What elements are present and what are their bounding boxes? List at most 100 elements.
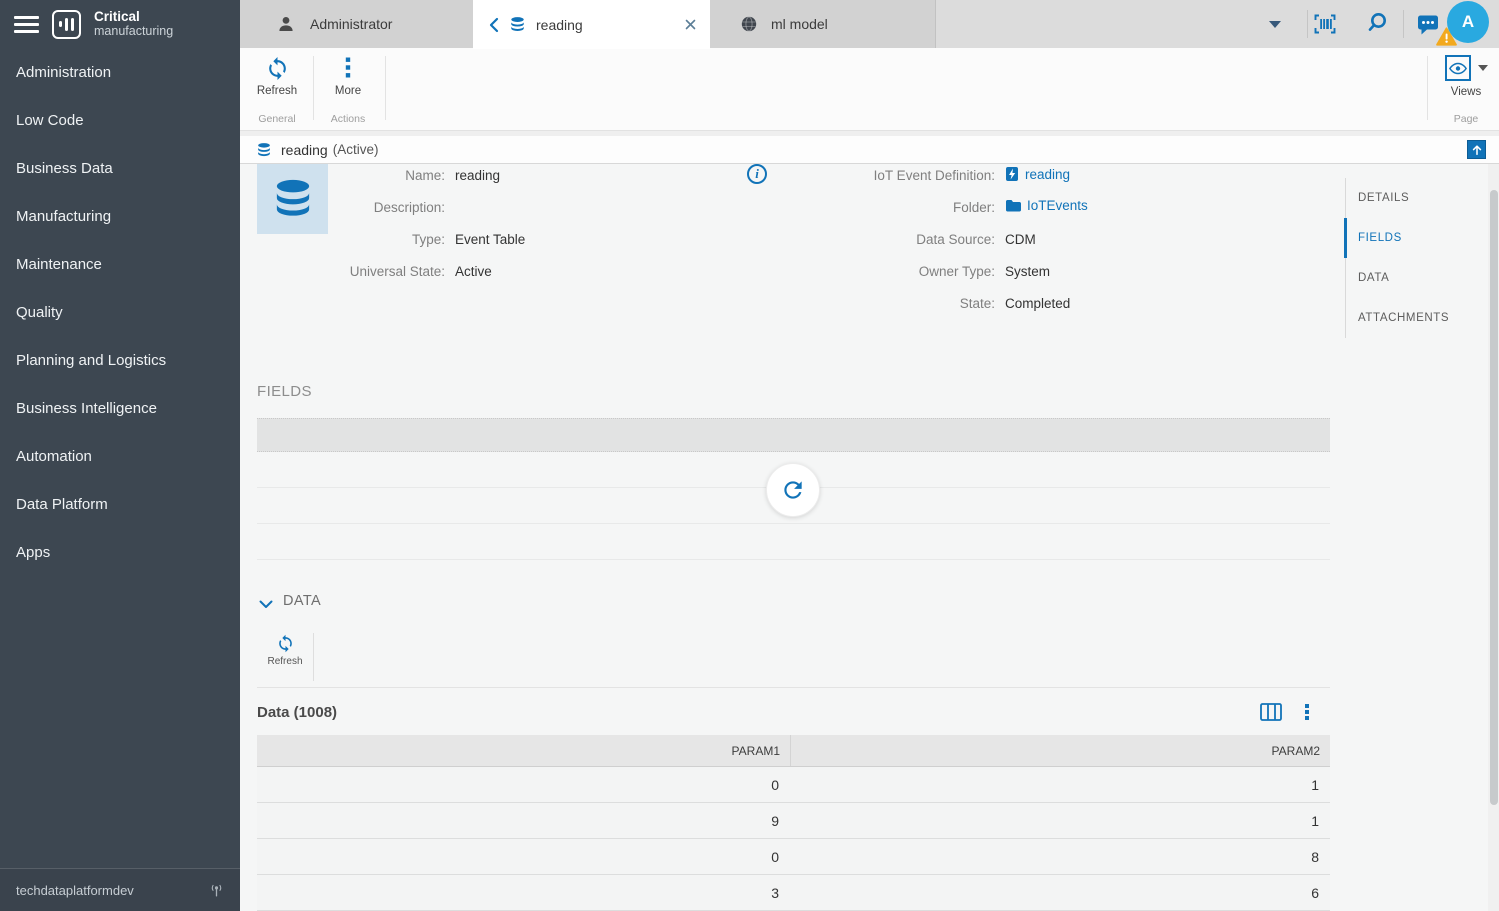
more-label: More: [316, 85, 380, 97]
warning-triangle-icon[interactable]: [1436, 27, 1457, 46]
cell-param2: 1: [790, 803, 1330, 838]
data-table: PARAM1 PARAM2 0 1 9 1 0 8 3 6: [257, 735, 1330, 911]
rail-item-attachments[interactable]: ATTACHMENTS: [1346, 298, 1471, 338]
sidebar-item-business-intelligence[interactable]: Business Intelligence: [0, 384, 240, 432]
fields-row-divider: [257, 523, 1330, 524]
column-header-param2[interactable]: PARAM2: [790, 735, 1330, 766]
tab-reading-active[interactable]: reading: [473, 0, 710, 49]
page-state-suffix: (Active): [333, 142, 379, 157]
close-tab-icon[interactable]: [685, 19, 696, 30]
grid-more-options-kebab-icon[interactable]: [1305, 704, 1309, 720]
column-header-param1[interactable]: PARAM1: [257, 735, 790, 766]
field-value-iot-event-definition: reading: [1005, 166, 1070, 182]
rail-item-data[interactable]: DATA: [1346, 258, 1471, 298]
sidebar-item-quality[interactable]: Quality: [0, 288, 240, 336]
field-label-state: State:: [805, 296, 995, 311]
brand-top: Critical: [94, 10, 173, 25]
data-section-title: DATA: [283, 593, 321, 609]
folder-link[interactable]: IoTEvents: [1027, 198, 1088, 213]
views-dropdown-caret-icon[interactable]: [1478, 65, 1488, 71]
table-row[interactable]: 0 1: [257, 767, 1330, 803]
sidebar-item-apps[interactable]: Apps: [0, 528, 240, 576]
sidebar-item-automation[interactable]: Automation: [0, 432, 240, 480]
ribbon-divider: [313, 56, 314, 120]
cell-param1: 3: [257, 875, 790, 910]
bolt-badge-icon: [1005, 166, 1019, 182]
fields-section-title: FIELDS: [257, 383, 312, 400]
refresh-button[interactable]: Refresh: [245, 55, 309, 97]
database-icon: [256, 142, 272, 158]
sidebar-item-maintenance[interactable]: Maintenance: [0, 240, 240, 288]
broadcast-antenna-icon: [209, 883, 224, 898]
rail-item-fields[interactable]: FIELDS: [1346, 218, 1471, 258]
sidebar-item-low-code[interactable]: Low Code: [0, 96, 240, 144]
loading-spinner: [766, 463, 820, 517]
views-label: Views: [1436, 86, 1496, 98]
critical-manufacturing-logo-icon: [52, 10, 81, 39]
back-chevron-icon[interactable]: [488, 17, 499, 33]
field-label-folder: Folder:: [805, 200, 995, 215]
group-label-general: General: [245, 113, 309, 125]
group-label-actions: Actions: [316, 113, 380, 125]
toolbar-divider: [313, 633, 314, 681]
field-value-state: Completed: [1005, 296, 1070, 311]
table-row[interactable]: 0 8: [257, 839, 1330, 875]
info-icon[interactable]: i: [747, 164, 767, 184]
tab-list-dropdown-caret-icon[interactable]: [1269, 21, 1281, 28]
sidebar-item-business-data[interactable]: Business Data: [0, 144, 240, 192]
scrollbar-thumb[interactable]: [1490, 190, 1498, 805]
rail-item-details[interactable]: DETAILS: [1346, 178, 1471, 218]
vertical-scrollbar[interactable]: [1488, 164, 1499, 911]
data-refresh-button[interactable]: Refresh: [257, 634, 313, 667]
sidebar-header: Critical manufacturing: [0, 0, 240, 48]
hamburger-menu-icon[interactable]: [14, 16, 39, 33]
database-icon: [509, 16, 526, 33]
field-label-universal-state: Universal State:: [335, 264, 445, 279]
database-icon-large: [271, 177, 315, 221]
search-icon[interactable]: [1366, 11, 1390, 35]
views-button[interactable]: Views: [1436, 55, 1496, 98]
more-button[interactable]: More: [316, 55, 380, 97]
tab-administrator[interactable]: Administrator: [240, 0, 473, 48]
sidebar-item-manufacturing[interactable]: Manufacturing: [0, 192, 240, 240]
section-rail: DETAILS FIELDS DATA ATTACHMENTS: [1345, 164, 1488, 911]
field-value-data-source: CDM: [1005, 232, 1036, 247]
refresh-arrow-icon: [780, 477, 806, 503]
sidebar-item-planning-and-logistics[interactable]: Planning and Logistics: [0, 336, 240, 384]
barcode-scan-icon[interactable]: [1312, 13, 1338, 35]
field-value-type: Event Table: [455, 232, 525, 247]
more-kebab-icon: [316, 55, 380, 81]
ribbon-divider: [1427, 56, 1428, 120]
data-refresh-label: Refresh: [257, 656, 313, 667]
main-content: Name: reading Description: Type: Event T…: [240, 164, 1345, 911]
toolbar-bottom-border: [257, 687, 1330, 688]
field-value-name: reading: [455, 168, 500, 183]
cell-param1: 0: [257, 767, 790, 802]
cell-param2: 6: [790, 875, 1330, 910]
tab-label: Administrator: [310, 16, 392, 32]
table-row[interactable]: 3 6: [257, 875, 1330, 911]
table-row[interactable]: 9 1: [257, 803, 1330, 839]
environment-footer: techdataplatformdev: [0, 868, 240, 911]
field-value-folder: IoTEvents: [1005, 198, 1088, 213]
sidebar-item-administration[interactable]: Administration: [0, 48, 240, 96]
field-label-owner-type: Owner Type:: [805, 264, 995, 279]
sidebar-item-data-platform[interactable]: Data Platform: [0, 480, 240, 528]
field-value-owner-type: System: [1005, 264, 1050, 279]
top-tab-bar: Administrator reading: [240, 0, 1499, 48]
refresh-label: Refresh: [245, 85, 309, 97]
ribbon-divider: [385, 56, 386, 120]
tab-ml-model[interactable]: ml model: [710, 0, 936, 48]
iot-event-definition-link[interactable]: reading: [1025, 167, 1070, 182]
brand-bottom: manufacturing: [94, 25, 173, 39]
cell-param1: 0: [257, 839, 790, 874]
app-window: Critical manufacturing Administration Lo…: [0, 0, 1499, 911]
collapse-header-icon[interactable]: [1467, 140, 1486, 159]
data-section-collapse-chevron-icon[interactable]: [259, 600, 273, 609]
column-settings-icon[interactable]: [1260, 703, 1282, 721]
fields-loading-header-skeleton: [257, 418, 1330, 452]
sidebar: Critical manufacturing Administration Lo…: [0, 0, 240, 911]
tab-label: reading: [536, 17, 583, 33]
field-label-name: Name:: [335, 168, 445, 183]
entity-tile: [257, 164, 328, 234]
